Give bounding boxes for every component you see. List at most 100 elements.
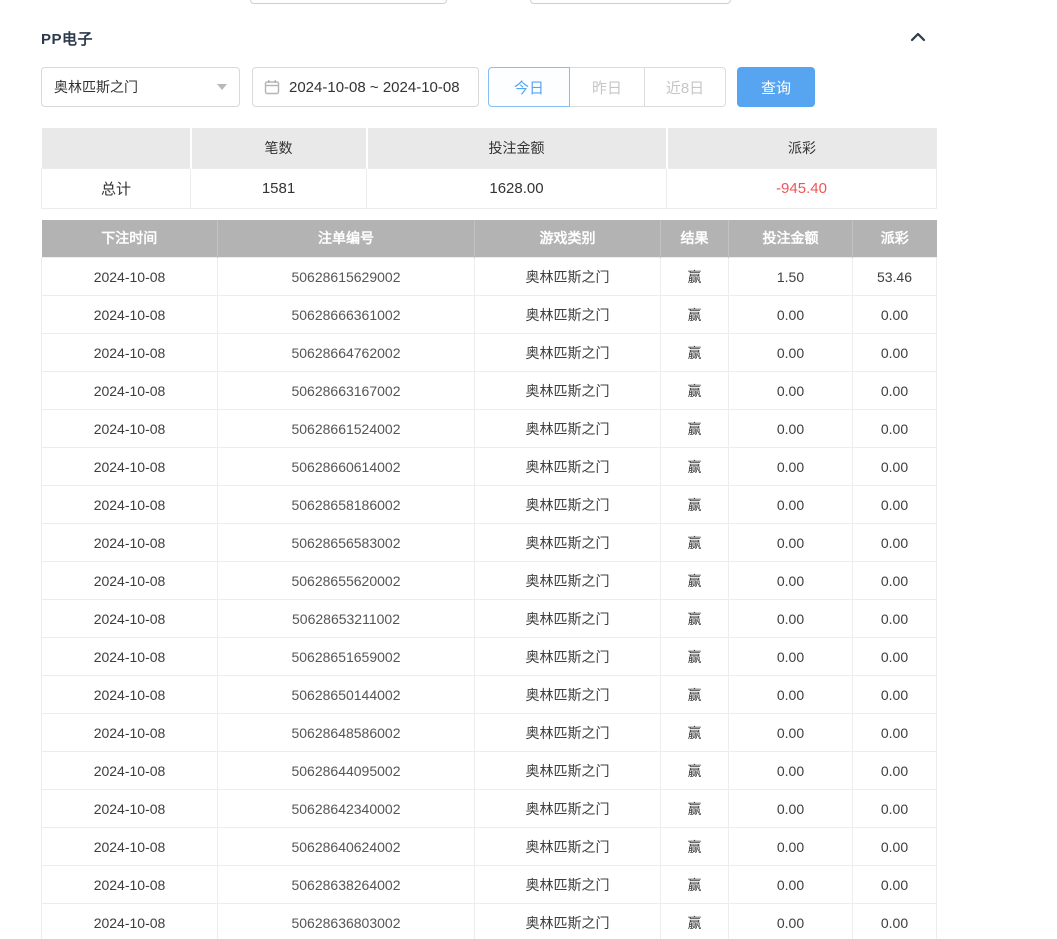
- result-cell: 赢: [661, 638, 729, 676]
- result-cell: 赢: [661, 828, 729, 866]
- header-bet-amount: 投注金额: [729, 220, 853, 258]
- table-row: 2024-10-0850628640624002奥林匹斯之门赢0.000.00: [42, 828, 937, 866]
- bet-time-cell: 2024-10-08: [42, 448, 218, 486]
- result-cell: 赢: [661, 296, 729, 334]
- game-type-cell: 奥林匹斯之门: [475, 752, 661, 790]
- bet-time-cell: 2024-10-08: [42, 562, 218, 600]
- date-range-input[interactable]: 2024-10-08 ~ 2024-10-08: [252, 67, 479, 107]
- bet-time-cell: 2024-10-08: [42, 790, 218, 828]
- bet-id-cell: 50628650144002: [218, 676, 475, 714]
- game-type-cell: 奥林匹斯之门: [475, 258, 661, 296]
- table-row: 2024-10-0850628656583002奥林匹斯之门赢0.000.00: [42, 524, 937, 562]
- result-cell: 赢: [661, 258, 729, 296]
- table-row: 2024-10-0850628615629002奥林匹斯之门赢1.5053.46: [42, 258, 937, 296]
- bet-table-header-row: 下注时间 注单编号 游戏类别 结果 投注金额 派彩: [42, 220, 937, 258]
- bet-time-cell: 2024-10-08: [42, 752, 218, 790]
- bet-amount-cell: 0.00: [729, 372, 853, 410]
- bet-id-cell: 50628653211002: [218, 600, 475, 638]
- payout-cell: 0.00: [853, 866, 937, 904]
- result-cell: 赢: [661, 562, 729, 600]
- partial-cropped-input-right: [530, 0, 731, 4]
- bet-amount-cell: 1.50: [729, 258, 853, 296]
- table-row: 2024-10-0850628660614002奥林匹斯之门赢0.000.00: [42, 448, 937, 486]
- bet-id-cell: 50628642340002: [218, 790, 475, 828]
- bet-amount-cell: 0.00: [729, 866, 853, 904]
- collapse-button[interactable]: [910, 29, 926, 47]
- quick-btn-today[interactable]: 今日: [488, 67, 570, 107]
- bet-time-cell: 2024-10-08: [42, 600, 218, 638]
- game-type-cell: 奥林匹斯之门: [475, 410, 661, 448]
- payout-cell: 0.00: [853, 752, 937, 790]
- bet-id-cell: 50628651659002: [218, 638, 475, 676]
- payout-cell: 0.00: [853, 524, 937, 562]
- bet-id-cell: 50628655620002: [218, 562, 475, 600]
- chevron-up-icon: [910, 29, 926, 47]
- header-bet-time: 下注时间: [42, 220, 218, 258]
- bet-id-cell: 50628666361002: [218, 296, 475, 334]
- bet-time-cell: 2024-10-08: [42, 334, 218, 372]
- bet-time-cell: 2024-10-08: [42, 866, 218, 904]
- game-type-cell: 奥林匹斯之门: [475, 372, 661, 410]
- bet-id-cell: 50628644095002: [218, 752, 475, 790]
- game-type-cell: 奥林匹斯之门: [475, 524, 661, 562]
- payout-cell: 0.00: [853, 600, 937, 638]
- result-cell: 赢: [661, 372, 729, 410]
- summary-total-payout: -945.40: [667, 168, 937, 208]
- table-row: 2024-10-0850628666361002奥林匹斯之门赢0.000.00: [42, 296, 937, 334]
- table-row: 2024-10-0850628642340002奥林匹斯之门赢0.000.00: [42, 790, 937, 828]
- summary-header-bet-amount: 投注金额: [367, 128, 667, 168]
- bet-id-cell: 50628615629002: [218, 258, 475, 296]
- game-type-cell: 奥林匹斯之门: [475, 714, 661, 752]
- bet-amount-cell: 0.00: [729, 296, 853, 334]
- result-cell: 赢: [661, 752, 729, 790]
- bet-id-cell: 50628660614002: [218, 448, 475, 486]
- bet-amount-cell: 0.00: [729, 448, 853, 486]
- query-button[interactable]: 查询: [737, 67, 815, 107]
- caret-down-icon: [217, 84, 227, 90]
- result-cell: 赢: [661, 790, 729, 828]
- payout-cell: 0.00: [853, 904, 937, 939]
- bet-amount-cell: 0.00: [729, 486, 853, 524]
- bet-amount-cell: 0.00: [729, 334, 853, 372]
- payout-cell: 0.00: [853, 334, 937, 372]
- result-cell: 赢: [661, 904, 729, 939]
- bet-amount-cell: 0.00: [729, 904, 853, 939]
- bet-id-cell: 50628656583002: [218, 524, 475, 562]
- game-type-cell: 奥林匹斯之门: [475, 334, 661, 372]
- header-bet-id: 注单编号: [218, 220, 475, 258]
- header-payout: 派彩: [853, 220, 937, 258]
- game-select[interactable]: 奥林匹斯之门: [41, 67, 240, 107]
- payout-cell: 0.00: [853, 486, 937, 524]
- section-header: PP电子: [41, 27, 936, 49]
- filter-bar: 奥林匹斯之门 2024-10-08 ~ 2024-10-08 今日 昨日 近8日…: [41, 67, 936, 107]
- bet-time-cell: 2024-10-08: [42, 714, 218, 752]
- payout-cell: 0.00: [853, 410, 937, 448]
- summary-header-row: 笔数 投注金额 派彩: [42, 128, 937, 168]
- bet-id-cell: 50628661524002: [218, 410, 475, 448]
- result-cell: 赢: [661, 486, 729, 524]
- result-cell: 赢: [661, 600, 729, 638]
- bet-amount-cell: 0.00: [729, 600, 853, 638]
- bet-time-cell: 2024-10-08: [42, 828, 218, 866]
- bet-amount-cell: 0.00: [729, 524, 853, 562]
- table-row: 2024-10-0850628664762002奥林匹斯之门赢0.000.00: [42, 334, 937, 372]
- bet-amount-cell: 0.00: [729, 562, 853, 600]
- bet-id-cell: 50628663167002: [218, 372, 475, 410]
- table-row: 2024-10-0850628658186002奥林匹斯之门赢0.000.00: [42, 486, 937, 524]
- game-type-cell: 奥林匹斯之门: [475, 828, 661, 866]
- game-type-cell: 奥林匹斯之门: [475, 638, 661, 676]
- partial-cropped-input-left: [250, 0, 447, 4]
- section-title: PP电子: [41, 28, 93, 49]
- payout-cell: 0.00: [853, 676, 937, 714]
- table-row: 2024-10-0850628638264002奥林匹斯之门赢0.000.00: [42, 866, 937, 904]
- bet-amount-cell: 0.00: [729, 714, 853, 752]
- bet-records-table: 下注时间 注单编号 游戏类别 结果 投注金额 派彩 2024-10-085062…: [41, 220, 937, 939]
- game-type-cell: 奥林匹斯之门: [475, 866, 661, 904]
- calendar-icon: [264, 79, 280, 95]
- bet-time-cell: 2024-10-08: [42, 410, 218, 448]
- table-row: 2024-10-0850628636803002奥林匹斯之门赢0.000.00: [42, 904, 937, 939]
- result-cell: 赢: [661, 676, 729, 714]
- quick-btn-yesterday[interactable]: 昨日: [569, 67, 645, 107]
- bet-id-cell: 50628658186002: [218, 486, 475, 524]
- quick-btn-last-8-days[interactable]: 近8日: [644, 67, 726, 107]
